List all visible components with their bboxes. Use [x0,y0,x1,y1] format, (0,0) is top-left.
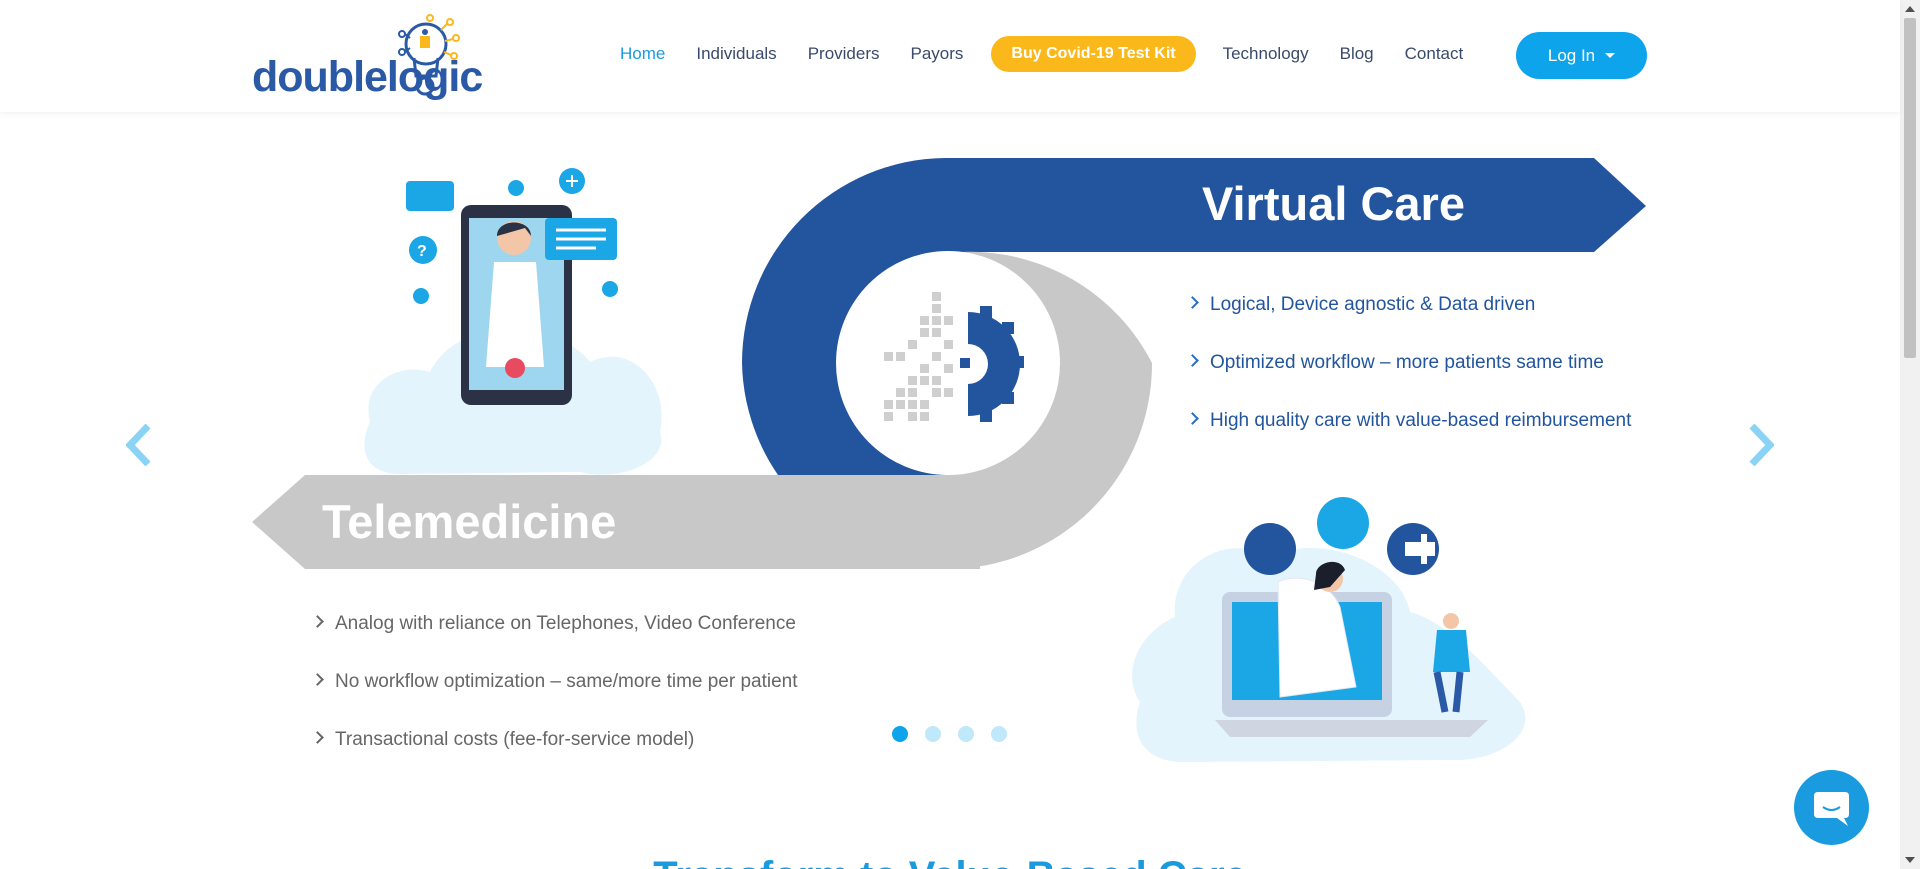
list-item: Logical, Device agnostic & Data driven [1186,290,1648,319]
chevron-right-icon [1186,296,1199,309]
buy-test-kit-button[interactable]: Buy Covid-19 Test Kit [991,36,1196,72]
list-item-text: Optimized workflow – more patients same … [1210,352,1604,373]
nav-home[interactable]: Home [620,44,665,64]
carousel-dot-4[interactable] [991,726,1007,742]
carousel-dot-3[interactable] [958,726,974,742]
site-header: doublelogic Home Individuals Providers P… [0,0,1900,112]
chat-widget-button[interactable] [1794,770,1869,845]
chevron-right-icon [1186,412,1199,425]
list-item: Optimized workflow – more patients same … [1186,348,1648,377]
nav-payors[interactable]: Payors [911,44,964,64]
lightbulb-icon [398,14,460,96]
nav-providers[interactable]: Providers [808,44,880,64]
telemedicine-title: Telemedicine [322,495,617,548]
scroll-up-arrow-icon[interactable] [1905,6,1915,12]
doctor-laptop-illustration [1132,497,1526,762]
list-item-text: Transactional costs (fee-for-service mod… [335,729,695,750]
carousel-next-arrow-icon[interactable] [1740,424,1774,466]
carousel-dots [892,726,1024,742]
chevron-right-icon [311,731,324,744]
list-item-text: Analog with reliance on Telephones, Vide… [335,613,796,634]
list-item: No workflow optimization – same/more tim… [311,667,913,696]
virtual-care-list: Logical, Device agnostic & Data driven O… [1186,290,1648,464]
scroll-down-arrow-icon[interactable] [1905,857,1915,863]
section-heading: Transform to Value-Based Care [0,854,1900,869]
nav-technology[interactable]: Technology [1223,44,1309,64]
carousel-dot-2[interactable] [925,726,941,742]
main-nav: Home Individuals Providers Payors Buy Co… [620,32,1494,76]
doublelogic-logo[interactable]: doublelogic [252,14,483,101]
virtual-care-title: Virtual Care [1202,177,1465,230]
page: doublelogic Home Individuals Providers P… [0,0,1920,869]
scrollbar-thumb[interactable] [1904,18,1916,358]
login-button[interactable]: Log In [1516,32,1647,79]
nav-individuals[interactable]: Individuals [696,44,776,64]
page-scrollbar[interactable] [1900,0,1920,869]
carousel-prev-arrow-icon[interactable] [126,424,160,466]
svg-text:?: ? [417,243,427,260]
chat-bubble-icon [1814,792,1849,826]
doctor-phone-illustration: ? [364,168,662,475]
chevron-right-icon [311,615,324,628]
list-item: High quality care with value-based reimb… [1186,406,1648,435]
telemedicine-list: Analog with reliance on Telephones, Vide… [311,609,913,783]
center-circle [836,251,1060,475]
chevron-down-icon [1605,53,1616,58]
list-item-text: Logical, Device agnostic & Data driven [1210,294,1536,315]
login-label: Log In [1547,45,1596,65]
chevron-right-icon [311,673,324,686]
list-item: Transactional costs (fee-for-service mod… [311,725,913,754]
nav-blog[interactable]: Blog [1340,44,1374,64]
list-item-text: High quality care with value-based reimb… [1210,410,1632,431]
list-item: Analog with reliance on Telephones, Vide… [311,609,913,638]
carousel-dot-1[interactable] [892,726,908,742]
nav-contact[interactable]: Contact [1405,44,1464,64]
list-item-text: No workflow optimization – same/more tim… [335,671,798,692]
chevron-right-icon [1186,354,1199,367]
